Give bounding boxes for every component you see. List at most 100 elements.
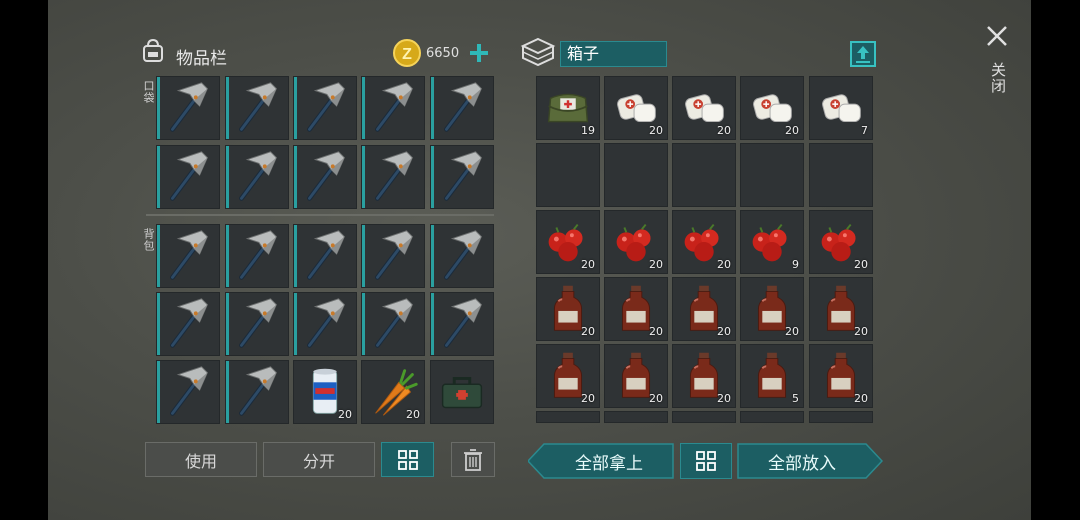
item-count: 20 bbox=[854, 258, 868, 271]
container-name-field[interactable]: 箱子 bbox=[560, 41, 667, 67]
item-count: 5 bbox=[792, 392, 799, 405]
pickaxe-icon bbox=[170, 151, 208, 201]
item-slot[interactable] bbox=[293, 145, 357, 209]
item-slot[interactable] bbox=[430, 224, 494, 288]
item-count: 20 bbox=[854, 325, 868, 338]
item-slot[interactable] bbox=[225, 292, 289, 356]
section-divider bbox=[146, 214, 494, 216]
item-slot[interactable]: 20 bbox=[604, 76, 668, 140]
item-count: 20 bbox=[649, 258, 663, 271]
use-button[interactable]: 使用 bbox=[145, 442, 257, 477]
item-slot[interactable] bbox=[536, 143, 600, 207]
pickaxe-icon bbox=[444, 82, 482, 132]
item-slot[interactable] bbox=[430, 145, 494, 209]
item-slot[interactable]: 20 bbox=[672, 344, 736, 408]
item-slot[interactable]: 20 bbox=[809, 344, 873, 408]
sort-inventory-button[interactable] bbox=[381, 442, 434, 477]
pickaxe-icon bbox=[239, 82, 277, 132]
item-slot[interactable] bbox=[672, 143, 736, 207]
item-slot[interactable] bbox=[361, 76, 425, 140]
coin-count: 6650 bbox=[426, 46, 460, 61]
item-slot[interactable] bbox=[604, 143, 668, 207]
item-count: 20 bbox=[649, 124, 663, 137]
toolbox-icon bbox=[441, 376, 483, 409]
item-slot[interactable]: 20 bbox=[536, 344, 600, 408]
item-slot[interactable]: 20 bbox=[672, 277, 736, 341]
item-slot[interactable]: 20 bbox=[536, 210, 600, 274]
item-slot[interactable]: 7 bbox=[809, 76, 873, 140]
item-slot[interactable] bbox=[430, 76, 494, 140]
item-slot[interactable] bbox=[225, 224, 289, 288]
item-count: 7 bbox=[861, 124, 868, 137]
item-slot[interactable]: 20 bbox=[536, 277, 600, 341]
coin-icon: Z bbox=[393, 39, 421, 67]
item-slot[interactable]: 20 bbox=[361, 360, 425, 424]
item-slot[interactable]: 20 bbox=[740, 277, 804, 341]
upload-icon[interactable] bbox=[849, 40, 877, 68]
pickaxe-icon bbox=[239, 230, 277, 280]
item-slot[interactable]: 20 bbox=[809, 277, 873, 341]
take-all-button[interactable]: 全部拿上 bbox=[544, 443, 674, 479]
discard-button[interactable] bbox=[451, 442, 495, 477]
item-slot[interactable] bbox=[361, 145, 425, 209]
item-slot[interactable] bbox=[156, 292, 220, 356]
item-count: 20 bbox=[717, 392, 731, 405]
item-slot[interactable] bbox=[293, 292, 357, 356]
item-slot[interactable]: 20 bbox=[740, 76, 804, 140]
item-slot[interactable]: 20 bbox=[604, 277, 668, 341]
item-slot[interactable] bbox=[672, 411, 736, 423]
item-slot[interactable] bbox=[740, 143, 804, 207]
sort-container-button[interactable] bbox=[680, 443, 732, 479]
item-slot[interactable]: 20 bbox=[604, 344, 668, 408]
pickaxe-icon bbox=[170, 230, 208, 280]
item-slot[interactable] bbox=[361, 224, 425, 288]
item-slot[interactable] bbox=[225, 360, 289, 424]
trash-icon bbox=[464, 448, 482, 471]
backpack-icon bbox=[143, 38, 163, 62]
pickaxe-icon bbox=[307, 151, 345, 201]
item-count: 20 bbox=[717, 258, 731, 271]
pickaxe-icon bbox=[170, 366, 208, 416]
item-slot[interactable] bbox=[156, 360, 220, 424]
item-count: 20 bbox=[649, 392, 663, 405]
item-slot[interactable] bbox=[293, 76, 357, 140]
item-count: 20 bbox=[717, 325, 731, 338]
pickaxe-icon bbox=[375, 298, 413, 348]
split-button[interactable]: 分开 bbox=[263, 442, 375, 477]
item-slot[interactable]: 20 bbox=[672, 210, 736, 274]
item-slot[interactable]: 20 bbox=[293, 360, 357, 424]
item-slot[interactable] bbox=[156, 76, 220, 140]
item-count: 20 bbox=[406, 408, 420, 421]
item-slot[interactable] bbox=[809, 411, 873, 423]
item-slot[interactable]: 20 bbox=[672, 76, 736, 140]
game-screen: 物品栏 Z 6650 箱子 关闭 口袋 背包 20 20 19 20 20 20 7 20 2… bbox=[48, 0, 1031, 520]
item-slot[interactable] bbox=[361, 292, 425, 356]
pickaxe-icon bbox=[239, 366, 277, 416]
item-count: 20 bbox=[785, 325, 799, 338]
item-slot[interactable] bbox=[293, 224, 357, 288]
close-label[interactable]: 关闭 bbox=[988, 62, 1009, 94]
item-slot[interactable]: 19 bbox=[536, 76, 600, 140]
item-slot[interactable] bbox=[536, 411, 600, 423]
item-slot[interactable] bbox=[604, 411, 668, 423]
close-icon[interactable] bbox=[985, 24, 1009, 48]
item-slot[interactable] bbox=[809, 143, 873, 207]
item-slot[interactable] bbox=[225, 76, 289, 140]
item-count: 20 bbox=[338, 408, 352, 421]
item-count: 20 bbox=[581, 325, 595, 338]
item-slot[interactable]: 20 bbox=[809, 210, 873, 274]
pickaxe-icon bbox=[170, 82, 208, 132]
item-count: 19 bbox=[581, 124, 595, 137]
item-slot[interactable] bbox=[740, 411, 804, 423]
item-slot[interactable] bbox=[430, 292, 494, 356]
item-slot[interactable]: 9 bbox=[740, 210, 804, 274]
pickaxe-icon bbox=[307, 298, 345, 348]
item-slot[interactable] bbox=[156, 145, 220, 209]
add-coins-button[interactable] bbox=[468, 42, 490, 64]
item-slot[interactable] bbox=[225, 145, 289, 209]
item-slot[interactable]: 5 bbox=[740, 344, 804, 408]
item-slot[interactable] bbox=[156, 224, 220, 288]
item-slot[interactable] bbox=[430, 360, 494, 424]
item-slot[interactable]: 20 bbox=[604, 210, 668, 274]
put-all-button[interactable]: 全部放入 bbox=[737, 443, 867, 479]
